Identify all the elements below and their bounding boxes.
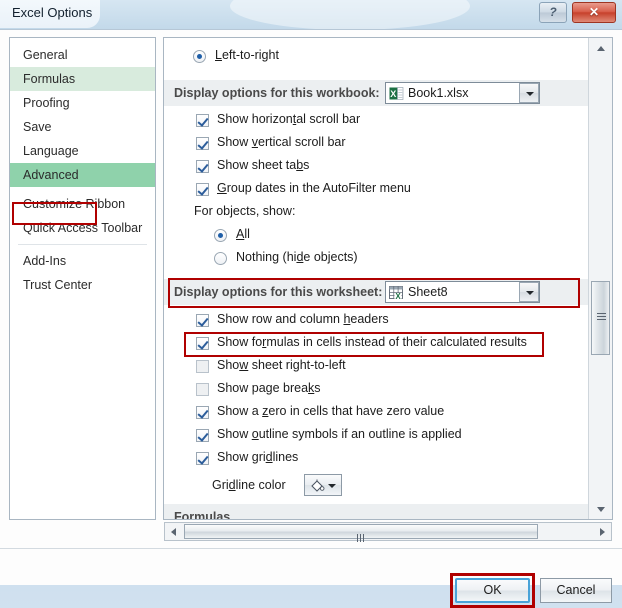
cancel-button[interactable]: Cancel: [540, 578, 612, 603]
checkbox-show-zero-in-cells[interactable]: [196, 406, 209, 419]
label-objects-nothing: Nothing (hide objects): [236, 250, 358, 264]
excel-workbook-icon: X: [389, 86, 404, 101]
sidebar-item-customize-ribbon[interactable]: Customize Ribbon: [10, 192, 155, 216]
options-content-panel: Left-to-right Display options for this w…: [163, 37, 613, 520]
scroll-left-arrow-icon[interactable]: [165, 523, 182, 540]
content-horizontal-scrollbar[interactable]: [164, 522, 612, 542]
close-button[interactable]: ✕: [572, 2, 616, 23]
radio-objects-all[interactable]: [214, 229, 227, 242]
checkbox-show-outline-symbols[interactable]: [196, 429, 209, 442]
sidebar-item-label: Add-Ins: [23, 254, 67, 268]
titlebar-sheen: [230, 0, 470, 29]
sidebar-item-label: Customize Ribbon: [23, 197, 126, 211]
scroll-down-arrow-icon[interactable]: [589, 499, 612, 519]
excel-options-dialog: Excel Options ? ✕ General Formulas Proof…: [0, 0, 622, 608]
window-title: Excel Options: [12, 5, 93, 20]
workbook-dropdown[interactable]: X Book1.xlsx: [385, 82, 540, 104]
sidebar-item-label: Proofing: [23, 96, 70, 110]
svg-text:X: X: [395, 292, 401, 300]
sidebar-item-label: Trust Center: [23, 278, 93, 292]
label-show-horizontal-scroll-bar: Show horizontal scroll bar: [217, 112, 361, 126]
label-show-row-column-headers: Show row and column headers: [217, 312, 389, 326]
for-objects-show-label: For objects, show:: [194, 204, 296, 218]
sidebar-item-advanced[interactable]: Advanced: [10, 163, 155, 187]
label-show-outline-symbols: Show outline symbols if an outline is ap…: [217, 427, 462, 441]
label-show-sheet-right-to-left: Show sheet right-to-left: [217, 358, 346, 372]
sidebar-item-formulas[interactable]: Formulas: [10, 67, 155, 91]
worksheet-dropdown-value: Sheet8: [408, 285, 448, 299]
sidebar-item-trust-center[interactable]: Trust Center: [10, 273, 155, 297]
content-scroll-area: Left-to-right Display options for this w…: [164, 38, 588, 519]
sidebar-item-label: General: [23, 48, 68, 62]
chevron-down-icon[interactable]: [328, 484, 336, 488]
chevron-down-icon[interactable]: [519, 83, 539, 103]
formulas-section-heading: Formulas: [174, 510, 231, 519]
content-vertical-scrollbar[interactable]: [588, 38, 612, 519]
sidebar-item-label: Save: [23, 120, 52, 134]
sidebar-item-proofing[interactable]: Proofing: [10, 91, 155, 115]
label-show-page-breaks: Show page breaks: [217, 381, 321, 395]
sidebar-item-label: Formulas: [23, 72, 76, 86]
vertical-scrollbar-thumb[interactable]: [591, 281, 610, 355]
sidebar-item-quick-access-toolbar[interactable]: Quick Access Toolbar: [10, 216, 155, 240]
checkbox-group-dates-autofilter[interactable]: [196, 183, 209, 196]
sidebar-item-add-ins[interactable]: Add-Ins: [10, 249, 155, 273]
title-bar: Excel Options ? ✕: [0, 0, 622, 29]
workbook-dropdown-value: Book1.xlsx: [408, 86, 469, 100]
sidebar-item-label: Advanced: [23, 168, 79, 182]
left-to-right-label: Left-to-right: [215, 48, 279, 62]
excel-worksheet-icon: X: [389, 285, 404, 301]
checkbox-show-formulas-in-cells[interactable]: [196, 337, 209, 350]
sidebar-item-general[interactable]: General: [10, 43, 155, 67]
sidebar-item-label: Language: [23, 144, 79, 158]
sidebar-item-save[interactable]: Save: [10, 115, 155, 139]
svg-text:X: X: [390, 89, 396, 99]
checkbox-show-vertical-scroll-bar[interactable]: [196, 137, 209, 150]
checkbox-show-sheet-right-to-left[interactable]: [196, 360, 209, 373]
worksheet-section-heading: Display options for this worksheet:: [174, 285, 383, 299]
checkbox-show-horizontal-scroll-bar[interactable]: [196, 114, 209, 127]
workbook-section-heading: Display options for this workbook:: [174, 86, 380, 100]
label-show-gridlines: Show gridlines: [217, 450, 299, 464]
radio-objects-nothing[interactable]: [214, 252, 227, 265]
options-sidebar: General Formulas Proofing Save Language …: [9, 37, 156, 520]
gridline-color-label: Gridline color: [212, 478, 286, 492]
sidebar-divider: [18, 244, 147, 245]
label-show-zero-in-cells: Show a zero in cells that have zero valu…: [217, 404, 445, 418]
horizontal-scrollbar-thumb[interactable]: [184, 524, 538, 542]
label-show-formulas-in-cells: Show formulas in cells instead of their …: [217, 335, 527, 349]
paint-bucket-icon: [309, 478, 325, 499]
checkbox-show-gridlines[interactable]: [196, 452, 209, 465]
scroll-up-arrow-icon[interactable]: [589, 38, 612, 58]
checkbox-show-row-column-headers[interactable]: [196, 314, 209, 327]
gridline-color-button[interactable]: [304, 474, 342, 496]
checkbox-show-page-breaks[interactable]: [196, 383, 209, 396]
sidebar-item-language[interactable]: Language: [10, 139, 155, 163]
label-objects-all: All: [236, 227, 250, 241]
worksheet-dropdown[interactable]: X Sheet8: [385, 281, 540, 303]
label-show-sheet-tabs: Show sheet tabs: [217, 158, 310, 172]
dialog-body: General Formulas Proofing Save Language …: [0, 29, 622, 608]
scrollbar-grip-icon: [597, 313, 606, 322]
footer-divider: [0, 548, 622, 549]
label-group-dates-autofilter: Group dates in the AutoFilter menu: [217, 181, 411, 195]
label-show-vertical-scroll-bar: Show vertical scroll bar: [217, 135, 346, 149]
sidebar-item-label: Quick Access Toolbar: [23, 221, 143, 235]
checkbox-show-sheet-tabs[interactable]: [196, 160, 209, 173]
left-to-right-radio[interactable]: [193, 50, 206, 63]
scroll-right-arrow-icon[interactable]: [594, 523, 611, 540]
scrollbar-grip-icon: [357, 529, 367, 542]
ok-button[interactable]: OK: [455, 578, 530, 603]
chevron-down-icon[interactable]: [519, 282, 539, 302]
help-button[interactable]: ?: [539, 2, 567, 23]
